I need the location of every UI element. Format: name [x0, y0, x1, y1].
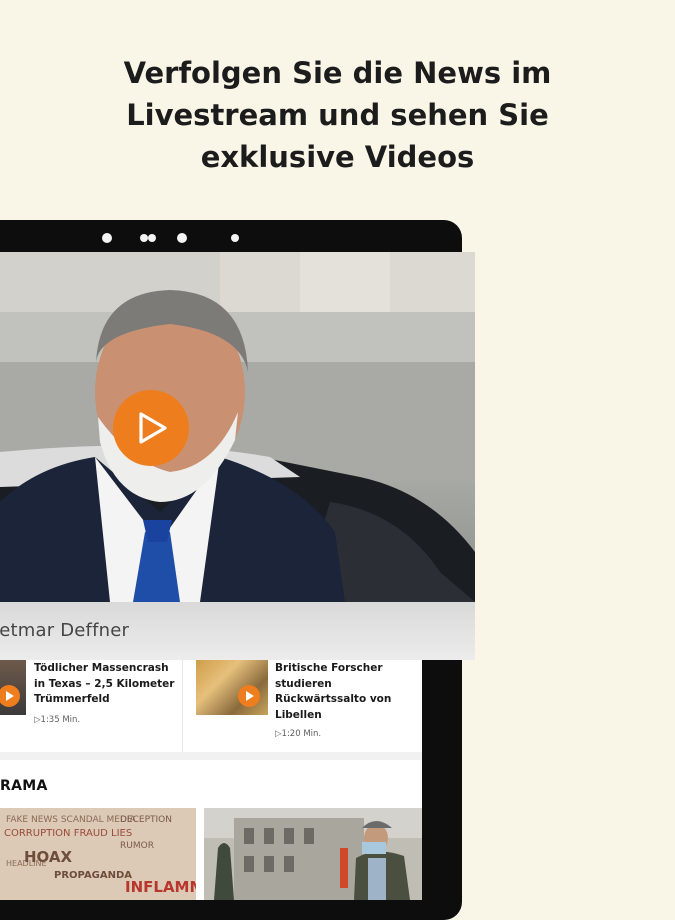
section-title: RAMA [0, 778, 48, 794]
camera-dot [177, 233, 187, 243]
headline-line-3: exklusive Videos [200, 140, 475, 174]
column-divider [182, 660, 183, 752]
teaser-title[interactable]: Britische Forscher studieren Rückwärtssa… [275, 661, 391, 723]
thumbnail-word: INFLAMMA [125, 878, 196, 896]
teaser-duration: ▷1:20 Min. [275, 729, 322, 739]
camera-dot [140, 234, 148, 242]
thumbnail-image [204, 808, 422, 900]
video-caption-bar: ietmar Deffner [0, 602, 475, 660]
article-thumbnail[interactable] [204, 808, 422, 900]
promo-headline: Verfolgen Sie die News im Livestream und… [0, 52, 675, 178]
video-play-button[interactable] [113, 390, 189, 466]
article-thumbnail[interactable]: FAKE NEWS SCANDAL MEDIA CORRUPTION FRAUD… [0, 808, 196, 900]
camera-dot [148, 234, 156, 242]
headline-line-2: Livestream und sehen Sie [126, 98, 549, 132]
svg-text:FAKE NEWS SCANDAL MEDIA: FAKE NEWS SCANDAL MEDIA [6, 815, 137, 825]
headline-line-1: Verfolgen Sie die News im [123, 56, 552, 90]
svg-text:CORRUPTION FRAUD LIES: CORRUPTION FRAUD LIES [4, 828, 132, 839]
thumbnail-word: PROPAGANDA [54, 870, 133, 881]
play-icon [139, 412, 167, 444]
section-divider [0, 752, 422, 760]
svg-text:DECEPTION: DECEPTION [120, 815, 172, 825]
app-content: Tödlicher Massencrash in Texas – 2,5 Kil… [0, 660, 422, 900]
video-still [0, 252, 475, 602]
teaser-thumbnail[interactable] [196, 660, 268, 715]
play-icon[interactable] [238, 685, 260, 707]
teaser-title[interactable]: Tödlicher Massencrash in Texas – 2,5 Kil… [34, 661, 174, 708]
video-player[interactable] [0, 252, 475, 602]
play-icon[interactable] [0, 685, 20, 707]
camera-dot [102, 233, 112, 243]
camera-dot [231, 234, 239, 242]
teaser-duration: ▷1:35 Min. [34, 715, 81, 725]
teaser-thumbnail[interactable] [0, 660, 26, 715]
video-caption: ietmar Deffner [0, 620, 130, 641]
thumbnail-word: HOAX [24, 848, 73, 866]
svg-text:RUMOR: RUMOR [120, 841, 154, 851]
